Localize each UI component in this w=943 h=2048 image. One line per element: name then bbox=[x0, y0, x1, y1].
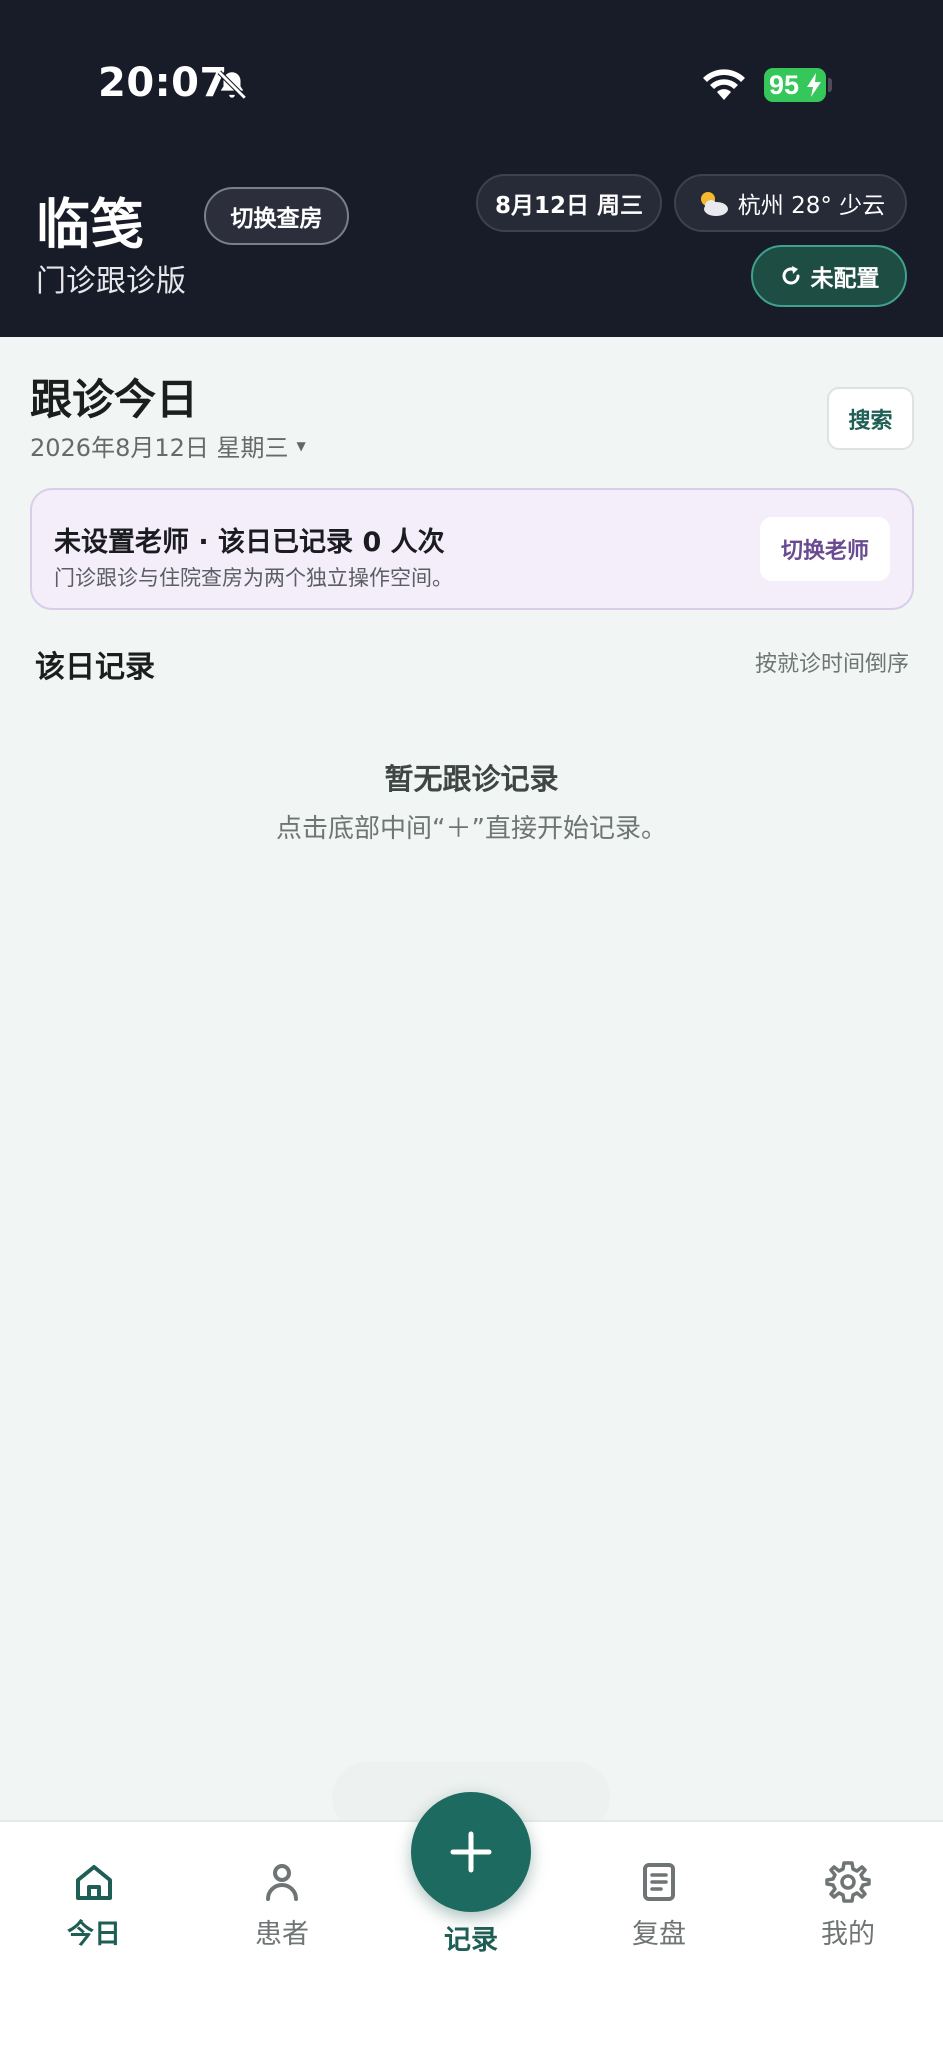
nav-label-patients: 患者 bbox=[255, 1919, 309, 1950]
nav-item-today[interactable]: 今日 bbox=[24, 1858, 164, 1958]
chevron-down-icon: ▼ bbox=[296, 438, 306, 453]
weather-pill[interactable]: 杭州 28° 少云 bbox=[674, 174, 907, 232]
app-subtitle: 门诊跟诊版 bbox=[36, 264, 186, 299]
notebook-icon bbox=[643, 1863, 675, 1901]
app-title: 临笺 bbox=[36, 193, 144, 256]
add-record-button[interactable] bbox=[411, 1792, 531, 1912]
switch-teacher-button[interactable]: 切换老师 bbox=[760, 517, 890, 581]
teacher-description: 门诊跟诊与住院查房为两个独立操作空间。 bbox=[54, 566, 453, 590]
sort-label[interactable]: 按就诊时间倒序 bbox=[755, 646, 909, 678]
date-selector[interactable]: 2026年8月12日 星期三 ▼ bbox=[30, 428, 306, 463]
switch-ward-button[interactable]: 切换查房 bbox=[204, 187, 349, 245]
nav-label-record[interactable]: 记录 bbox=[411, 1918, 531, 1957]
nav-label-today: 今日 bbox=[67, 1919, 121, 1950]
battery-indicator: 95 bbox=[764, 68, 826, 102]
battery-tip bbox=[828, 78, 832, 92]
date-pill[interactable]: 8月12日 周三 bbox=[476, 174, 662, 232]
nav-item-mine[interactable]: 我的 bbox=[778, 1858, 918, 1958]
section-title: 跟诊今日 bbox=[30, 375, 199, 424]
nav-label-mine: 我的 bbox=[821, 1919, 875, 1950]
weather-label: 杭州 28° 少云 bbox=[737, 193, 886, 219]
empty-state-title: 暂无跟诊记录 bbox=[384, 762, 559, 796]
config-button[interactable]: 未配置 bbox=[751, 245, 907, 307]
bell-slash-icon bbox=[217, 70, 247, 100]
nav-label-review: 复盘 bbox=[632, 1919, 686, 1950]
empty-state-description: 点击底部中间“＋”直接开始记录。 bbox=[276, 814, 667, 844]
status-time: 20:07 bbox=[98, 60, 228, 106]
config-label: 未配置 bbox=[810, 266, 880, 292]
teacher-card: 未设置老师 · 该日已记录 0 人次 门诊跟诊与住院查房为两个独立操作空间。 切… bbox=[30, 488, 914, 610]
battery-charging-icon bbox=[807, 73, 821, 97]
date-line-text: 2026年8月12日 星期三 bbox=[30, 434, 289, 462]
header: 20:07 95 临笺 门诊跟诊版 切换查房 8月12日 周三 杭州 28° 少… bbox=[0, 0, 943, 337]
records-title: 该日记录 bbox=[35, 650, 155, 685]
battery-level: 95 bbox=[769, 70, 800, 100]
person-icon bbox=[266, 1864, 298, 1901]
plus-icon bbox=[450, 1831, 492, 1873]
search-button[interactable]: 搜索 bbox=[827, 387, 914, 450]
refresh-icon bbox=[782, 266, 799, 285]
app-screen: 20:07 95 临笺 门诊跟诊版 切换查房 8月12日 周三 杭州 28° 少… bbox=[0, 0, 943, 2048]
partly-cloudy-icon bbox=[700, 192, 728, 216]
teacher-status: 未设置老师 · 该日已记录 0 人次 bbox=[54, 527, 445, 558]
home-icon bbox=[76, 1865, 112, 1900]
gear-icon bbox=[825, 1861, 871, 1903]
nav-item-patients[interactable]: 患者 bbox=[212, 1858, 352, 1958]
nav-item-review[interactable]: 复盘 bbox=[589, 1858, 729, 1958]
wifi-icon bbox=[703, 69, 745, 100]
